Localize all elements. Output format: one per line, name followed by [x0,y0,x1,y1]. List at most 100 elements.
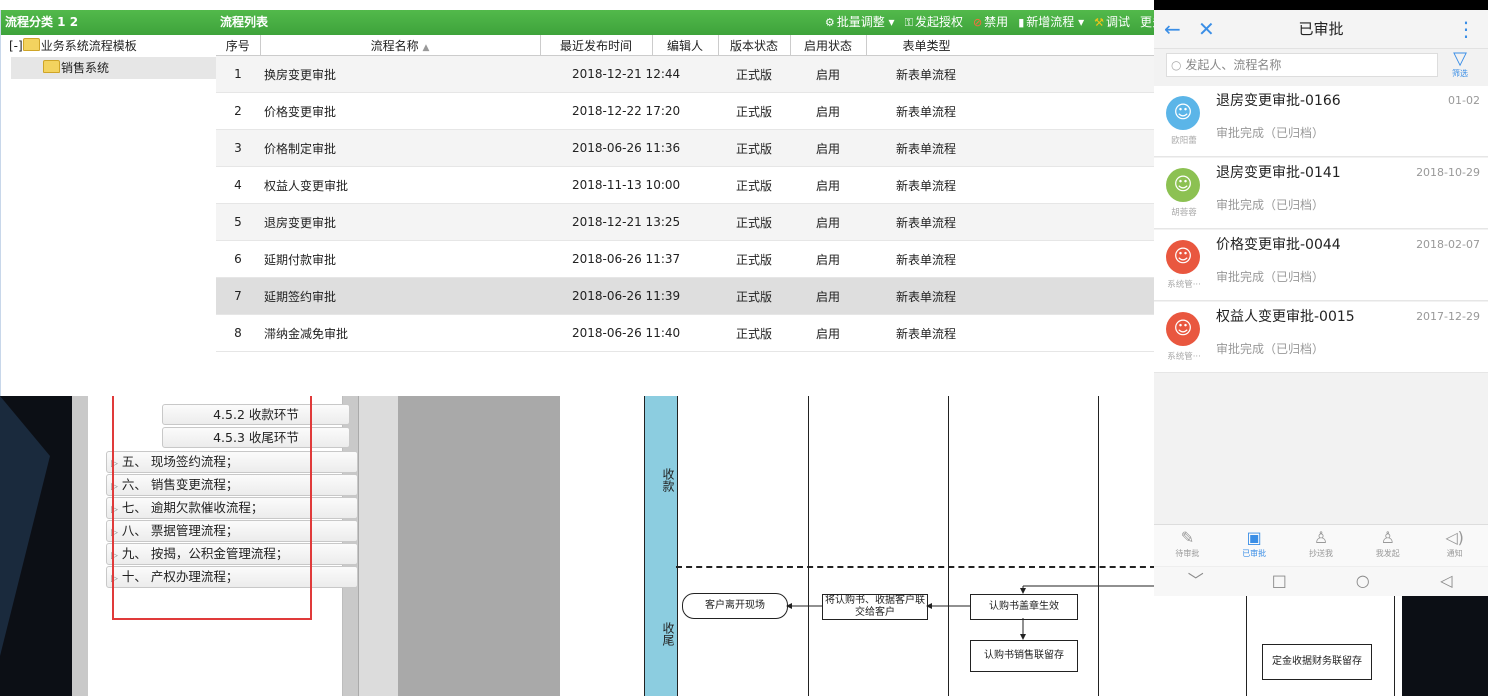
category-panel: 流程分类 1 2 [-] 业务系统流程模板 销售系统 [0,10,239,396]
row-flow-name: 权益人变更审批 [260,166,540,204]
user-avatar-icon: ☺ [1166,240,1200,274]
row-enable-status: 启用 [790,277,866,315]
table-row[interactable]: 7 延期签约审批 2018-06-26 11:39 正式版 启用 新表单流程 [216,277,1154,315]
tab-2[interactable]: ♙ 抄送我 [1288,525,1355,567]
row-enable-status: 启用 [790,166,866,204]
nav-home-icon[interactable]: ○ [1321,567,1405,596]
row-flow-name: 换房变更审批 [260,55,540,93]
more-vertical-icon[interactable]: ⋮ [1456,10,1476,48]
flowchart-panel: 收款 收尾 客户离开现场 将认购书、收据客户联交给客户 认购书盖章生效 认购书销… [560,396,1156,696]
row-index: 1 [216,55,260,93]
sort-asc-icon[interactable]: ▲ [422,43,429,53]
outline-gutter [398,396,560,696]
tab-label: 通知 [1446,549,1463,558]
table-row[interactable]: 4 权益人变更审批 2018-11-13 10:00 正式版 启用 新表单流程 [216,166,1154,204]
column-header-editor[interactable]: 编辑人 [652,35,719,56]
row-publish-time: 2018-06-26 11:39 [540,277,680,315]
column-header-index[interactable]: 序号 [216,35,261,56]
disable-button[interactable]: ⊘ 禁用 [973,10,1008,35]
cc-user-icon: ♙ [1313,528,1329,547]
table-row[interactable]: 1 换房变更审批 2018-12-21 12:44 正式版 启用 新表单流程 [216,55,1154,93]
flow-list-title: 流程列表 [220,15,269,29]
folder-icon [22,38,40,51]
batch-adjust-button[interactable]: ⚙ 批量调整 ▾ [825,10,895,35]
batch-icon: ⚙ [824,16,835,29]
tab-1[interactable]: ▣ 已审批 [1221,525,1288,567]
row-flow-name: 延期付款审批 [260,240,540,278]
row-index: 2 [216,92,260,130]
row-index: 4 [216,166,260,204]
debug-button[interactable]: ⚒ 调试 [1094,10,1130,35]
row-index: 6 [216,240,260,278]
table-row[interactable]: 8 滞纳金减免审批 2018-06-26 11:40 正式版 启用 新表单流程 [216,314,1154,352]
row-version-status: 正式版 [718,203,790,241]
row-version-status: 正式版 [718,55,790,93]
row-publish-time: 2018-06-26 11:37 [540,240,680,278]
key-icon: ⚿ [904,16,913,29]
nav-recents-icon[interactable]: □ [1238,567,1322,596]
tree-toggle[interactable]: [-] [9,39,23,53]
pending-edit-icon: ✎ [1180,528,1195,547]
hammer-icon: ⚒ [1094,16,1104,29]
tree-node-root[interactable]: [-] 业务系统流程模板 [1,35,217,57]
table-row[interactable]: 6 延期付款审批 2018-06-26 11:37 正式版 启用 新表单流程 [216,240,1154,278]
row-index: 7 [216,277,260,315]
nav-collapse-icon[interactable]: ﹀ [1154,567,1238,596]
approval-date: 2017-12-29 [1416,310,1480,323]
flow-list-panel: 流程列表 ⚙批量调整 ▾ ⚿发起授权 ⊘禁用 ▮新增流程 ▾ ⚒调试 更多 序号… [216,10,1154,396]
table-row[interactable]: 2 价格变更审批 2018-12-22 17:20 正式版 启用 新表单流程 [216,92,1154,130]
row-form-type: 新表单流程 [866,314,1154,352]
row-enable-status: 启用 [790,92,866,130]
filter-icon: ▽ [1453,48,1467,69]
column-header-form-type[interactable]: 表单类型 [866,35,1154,56]
row-flow-name: 退房变更审批 [260,203,540,241]
row-publish-time: 2018-11-13 10:00 [540,166,680,204]
row-form-type: 新表单流程 [866,203,1154,241]
mobile-search-input[interactable]: ○ 发起人、流程名称 [1166,53,1438,77]
column-header-publish-time[interactable]: 最近发布时间 [540,35,653,56]
outline-column: 4.5.2 收款环节 4.5.3 收尾环节 ▷ 五、 现场签约流程； ▷ 六、 销售… [88,396,358,696]
mobile-tab-bar: ✎ 待审批 ▣ 已审批 ♙ 抄送我 ♙ 我发起 ◁) 通知 [1154,524,1488,567]
initiator-name: 系统管··· [1167,352,1201,362]
approval-list-item[interactable]: ☺ 胡蓉蓉 退房变更审批-0141 2018-10-29 审批完成（已归档） [1154,158,1488,229]
approval-date: 01-02 [1448,94,1480,107]
document-outline-panel: 4.5.2 收款环节 4.5.3 收尾环节 ▷ 五、 现场签约流程； ▷ 六、 销售… [72,396,560,696]
column-header-label: 流程名称 [370,38,419,53]
row-index: 5 [216,203,260,241]
row-form-type: 新表单流程 [866,166,1154,204]
table-row[interactable]: 3 价格制定审批 2018-06-26 11:36 正式版 启用 新表单流程 [216,129,1154,167]
approval-list-item[interactable]: ☺ 欧阳蕾 退房变更审批-0166 01-02 审批完成（已归档） [1154,86,1488,157]
search-icon: ○ [1171,58,1182,72]
initiator-name: 系统管··· [1167,280,1201,290]
tab-3[interactable]: ♙ 我发起 [1354,525,1421,567]
column-header-version[interactable]: 版本状态 [718,35,791,56]
launch-auth-button[interactable]: ⚿ 发起授权 [905,10,963,35]
approval-status: 审批完成（已归档） [1216,198,1325,212]
more-button[interactable]: 更多 [1140,10,1154,35]
row-flow-name: 滞纳金减免审批 [260,314,540,352]
new-flow-button[interactable]: ▮ 新增流程 ▾ [1018,10,1084,35]
notice-speaker-icon: ◁) [1445,528,1464,547]
tab-4[interactable]: ◁) 通知 [1421,525,1488,567]
row-version-status: 正式版 [718,277,790,315]
lane-border [1246,596,1247,696]
approval-list-item[interactable]: ☺ 系统管··· 权益人变更审批-0015 2017-12-29 审批完成（已归档） [1154,302,1488,373]
tab-0[interactable]: ✎ 待审批 [1154,525,1221,567]
mobile-page-title: 已审批 [1298,20,1344,38]
column-header-name[interactable]: 流程名称 ▲ [260,35,541,56]
filter-button[interactable]: ▽ 筛选 [1442,50,1478,79]
approval-list-item[interactable]: ☺ 系统管··· 价格变更审批-0044 2018-02-07 审批完成（已归档） [1154,230,1488,301]
table-row[interactable]: 5 退房变更审批 2018-12-21 13:25 正式版 启用 新表单流程 [216,203,1154,241]
initiator-name: 胡蓉蓉 [1171,208,1197,218]
category-panel-title: 流程分类 1 2 [1,10,217,35]
tab-label: 抄送我 [1308,549,1333,558]
row-version-status: 正式版 [718,129,790,167]
new-doc-icon: ▮ [1018,16,1025,29]
tab-label: 待审批 [1175,549,1200,558]
button-label: 新增流程 [1026,15,1075,29]
tree-node-sales[interactable]: 销售系统 [11,57,239,79]
background-decoration [0,396,50,656]
folder-icon [43,60,60,73]
nav-back-icon[interactable]: ◁ [1405,567,1488,596]
column-header-enable[interactable]: 启用状态 [790,35,867,56]
